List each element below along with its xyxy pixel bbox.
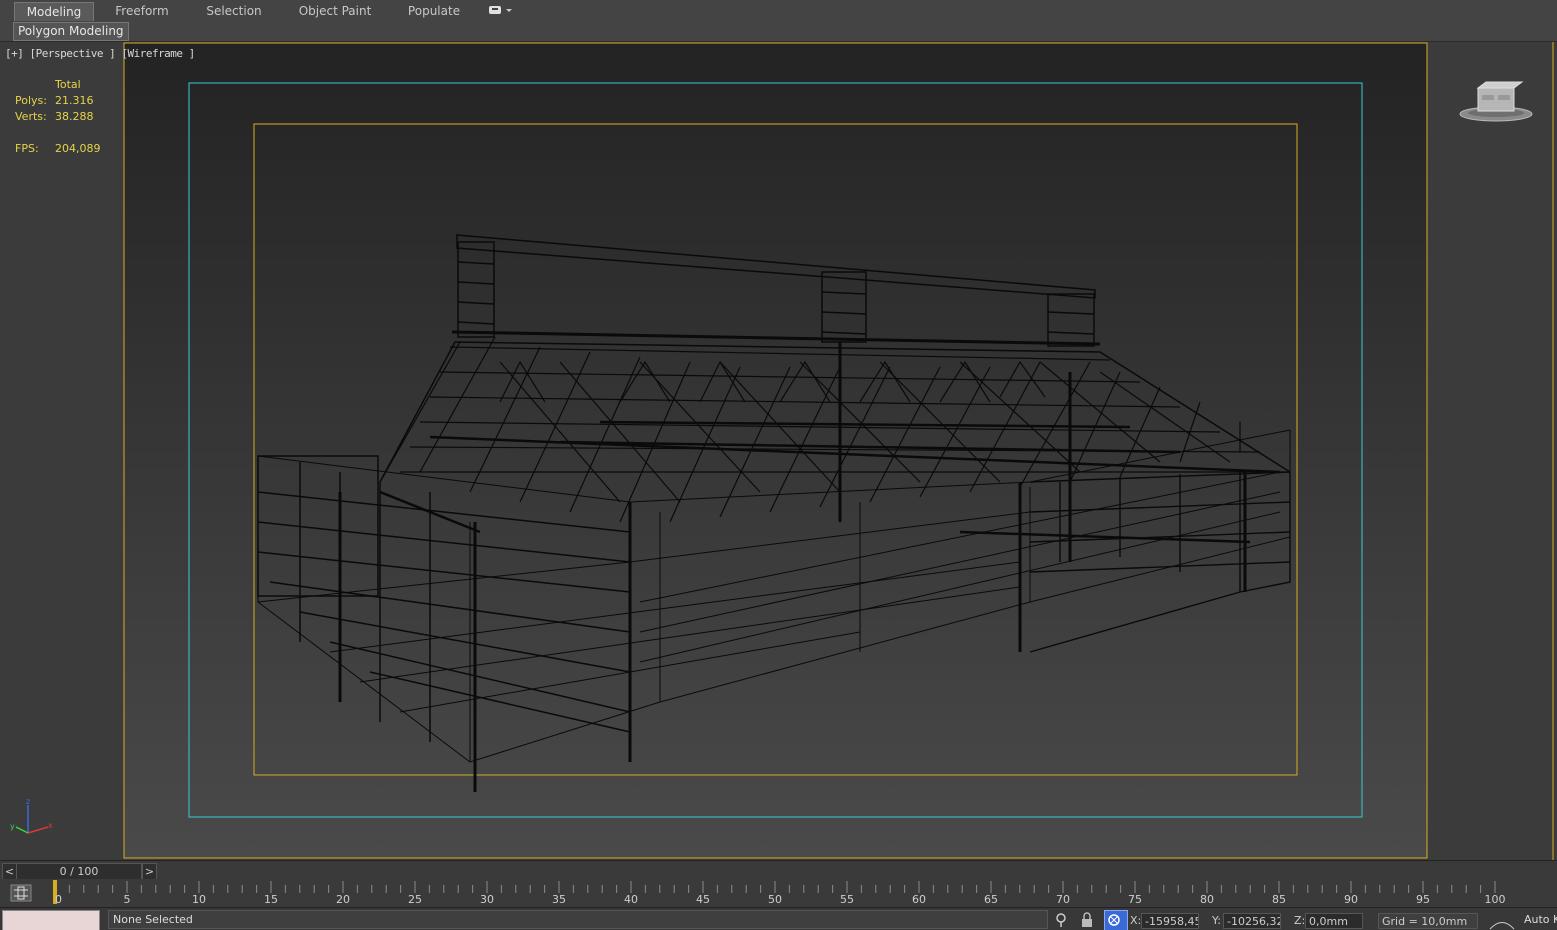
- viewport-canvas[interactable]: [0, 42, 1557, 860]
- viewport-label-menu[interactable]: [+] [Perspective ] [Wireframe ]: [5, 47, 195, 60]
- timeline-tick-label: 0: [55, 893, 62, 906]
- ribbon-panel: Polygon Modeling: [0, 21, 1557, 42]
- timeline-ruler[interactable]: 0 5 10 15 20 25 30 35 40 45 50 55 60 65 70 75 80 85 90 95 10…: [50, 879, 1510, 907]
- y-coord-label: Y:: [1212, 914, 1221, 927]
- timeline-tick-label: 85: [1272, 893, 1286, 906]
- status-bar: None Selected X: -15958,45 Y: -10256,32 …: [0, 907, 1557, 930]
- z-coord-label: Z:: [1294, 914, 1306, 927]
- next-frame-button[interactable]: >: [142, 863, 157, 880]
- timeline-tick-label: 70: [1056, 893, 1070, 906]
- tab-freeform[interactable]: Freeform: [106, 2, 178, 20]
- verts-value: 38.288: [55, 110, 94, 123]
- timeline-tick-label: 15: [264, 893, 278, 906]
- polygon-modeling-button[interactable]: Polygon Modeling: [13, 22, 129, 41]
- timeline-tick-label: 60: [912, 893, 926, 906]
- viewcube-icon[interactable]: [1458, 78, 1534, 124]
- timeline-tick-label: 35: [552, 893, 566, 906]
- timeline-tick-label: 50: [768, 893, 782, 906]
- z-coord-field[interactable]: 0,0mm: [1305, 913, 1363, 929]
- isolate-selection-icon[interactable]: [1054, 912, 1068, 928]
- prev-frame-button[interactable]: <: [2, 863, 17, 880]
- timeline-tick-label: 90: [1344, 893, 1358, 906]
- timeline-tick-label: 65: [984, 893, 998, 906]
- svg-text:z: z: [26, 797, 30, 806]
- timeline-tick-label: 95: [1416, 893, 1430, 906]
- svg-text:y: y: [10, 822, 15, 831]
- timeline-tick-label: 75: [1128, 893, 1142, 906]
- grid-size-display: Grid = 10,0mm: [1378, 913, 1478, 929]
- absolute-mode-transform-icon[interactable]: [1104, 910, 1128, 930]
- stats-polys-label: Polys:: [15, 93, 47, 107]
- timeline-tick-label: 80: [1200, 893, 1214, 906]
- tab-populate[interactable]: Populate: [400, 2, 468, 20]
- fps-label: FPS:: [15, 142, 39, 155]
- tab-object-paint[interactable]: Object Paint: [292, 2, 378, 20]
- verts-label: Verts:: [15, 110, 47, 123]
- svg-text:x: x: [48, 821, 53, 830]
- timeline-tick-label: 40: [624, 893, 638, 906]
- timeline-tick-label: 45: [696, 893, 710, 906]
- tab-modeling[interactable]: Modeling: [14, 2, 94, 21]
- x-coord-label: X:: [1130, 914, 1142, 927]
- ribbon-options-icon[interactable]: [488, 4, 514, 16]
- lock-icon[interactable]: [1080, 912, 1094, 928]
- track-bar[interactable]: 0 5 10 15 20 25 30 35 40 45 50 55 60 65 70 75 80 85 90 95 10…: [0, 879, 1557, 907]
- timeline-tick-label: 5: [124, 893, 131, 906]
- timeline-tick-label: 100: [1485, 893, 1506, 906]
- ribbon-tabs: Modeling Freeform Selection Object Paint…: [0, 0, 1557, 22]
- axis-tripod-icon: z x y: [8, 797, 56, 837]
- selection-status: None Selected: [108, 910, 1048, 929]
- stats-total: Total: [55, 78, 81, 91]
- timeline-tick-label: 20: [336, 893, 350, 906]
- fps-value: 204,089: [55, 142, 101, 155]
- stats-total-label: Total: [55, 77, 81, 91]
- polys-value: 21.316: [55, 94, 94, 107]
- timeline-tick-label: 25: [408, 893, 422, 906]
- y-coord-field[interactable]: -10256,32: [1223, 913, 1281, 929]
- timeline-tick-label: 10: [192, 893, 206, 906]
- x-coord-field[interactable]: -15958,45: [1141, 913, 1199, 929]
- polys-label: Polys:: [15, 94, 47, 107]
- timeline-tick-label: 30: [480, 893, 494, 906]
- key-icon[interactable]: [1488, 916, 1516, 930]
- time-slider-thumb[interactable]: 0 / 100: [16, 863, 142, 880]
- maxscript-listener[interactable]: [2, 910, 100, 930]
- tab-selection[interactable]: Selection: [198, 2, 270, 20]
- mini-curve-editor-icon[interactable]: [10, 884, 32, 902]
- auto-key-button[interactable]: Auto K: [1524, 910, 1557, 929]
- perspective-viewport[interactable]: [+] [Perspective ] [Wireframe ] Total Po…: [0, 42, 1557, 860]
- timeline-tick-label: 55: [840, 893, 854, 906]
- time-slider[interactable]: < 0 / 100 >: [0, 860, 1557, 880]
